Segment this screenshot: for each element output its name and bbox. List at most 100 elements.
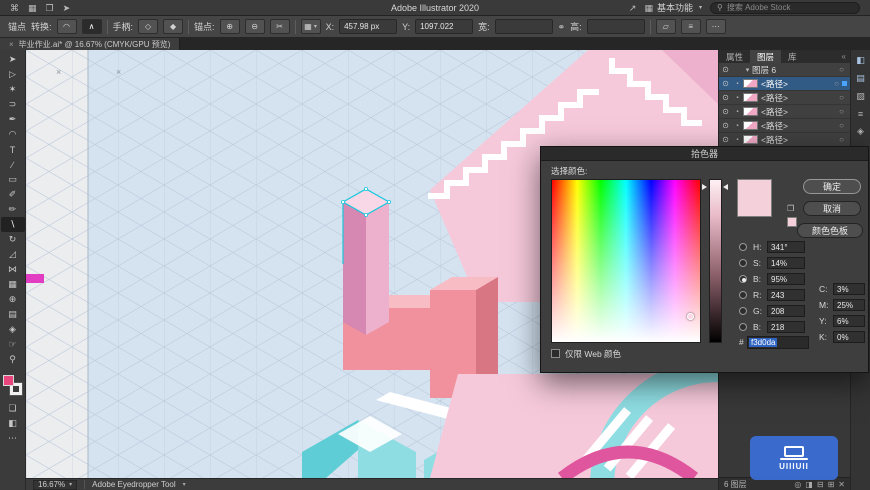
hex-input[interactable]: f3d0da [747, 336, 809, 349]
width-input[interactable] [494, 19, 553, 34]
link-dimensions-icon[interactable]: ⚭ [558, 19, 566, 35]
direct-selection-tool[interactable]: ▷ [1, 67, 25, 82]
fill-stroke-swatches[interactable] [1, 374, 25, 401]
stroke-panel-icon[interactable]: ≡ [858, 109, 863, 119]
delete-layer-icon[interactable]: ✕ [838, 480, 845, 489]
curvature-tool[interactable]: ◠ [1, 127, 25, 142]
visibility-toggle-icon[interactable]: ⊙ [719, 121, 732, 130]
slider-marker-left-icon[interactable] [702, 184, 707, 190]
target-icon[interactable]: ○ [836, 107, 847, 116]
ok-button[interactable]: 确定 [803, 179, 861, 194]
cancel-button[interactable]: 取消 [803, 201, 861, 216]
target-icon[interactable]: ○ [836, 121, 847, 130]
c-input[interactable]: 3% [833, 283, 865, 295]
radio-b[interactable] [739, 275, 747, 283]
b2-input[interactable]: 218 [767, 321, 805, 333]
type-tool[interactable]: T [1, 142, 25, 157]
out-of-gamut-icon[interactable]: ❒ [787, 204, 794, 213]
anchor-point[interactable] [363, 212, 368, 217]
share-icon[interactable]: ↗ [629, 0, 637, 16]
color-field-marker[interactable] [687, 313, 694, 320]
paintbrush-tool[interactable]: ✐ [1, 187, 25, 202]
pencil-tool[interactable]: ✏ [1, 202, 25, 217]
anchor-remove-button[interactable]: ⊖ [244, 19, 265, 34]
edit-toolbar-button[interactable]: ⋯ [1, 431, 25, 446]
h-input[interactable]: 341° [767, 241, 805, 253]
anchor-add-button[interactable]: ⊕ [219, 19, 240, 34]
target-icon[interactable]: ○ [836, 93, 847, 102]
new-layer-icon[interactable]: ⊞ [828, 480, 835, 489]
target-icon[interactable]: ○ [831, 79, 842, 88]
layer-row-path-selected[interactable]: ⊙ ▪ <路径> ○ [719, 77, 850, 91]
height-input[interactable] [586, 19, 645, 34]
radio-s[interactable] [739, 259, 747, 267]
s-input[interactable]: 14% [767, 257, 805, 269]
locate-object-icon[interactable]: ◎ [794, 480, 801, 489]
tab-libraries[interactable]: 库 [781, 50, 804, 63]
new-sublayer-icon[interactable]: ⊟ [817, 480, 824, 489]
radio-r[interactable] [739, 291, 747, 299]
anchor-point[interactable] [340, 199, 345, 204]
g-input[interactable]: 208 [767, 305, 805, 317]
gamut-color-swatch[interactable] [787, 217, 797, 227]
line-segment-tool[interactable]: ∕ [1, 157, 25, 172]
y-cmyk-input[interactable]: 6% [833, 315, 865, 327]
draw-mode-button[interactable]: ❏ [1, 401, 25, 416]
color-panel-icon[interactable]: ◧ [856, 55, 865, 66]
layer-row-path[interactable]: ⊙ ▪ <路径> ○ [719, 105, 850, 119]
app-switcher-icon[interactable]: ▦ [28, 0, 37, 16]
gradient-panel-icon[interactable]: ▨ [856, 91, 865, 102]
window-icon[interactable]: ❐ [46, 0, 54, 16]
blend-tool[interactable]: ◈ [1, 322, 25, 337]
y-input[interactable]: 1097.022 [415, 19, 474, 34]
align-options-button[interactable]: ≡ [680, 19, 701, 34]
brightness-slider[interactable] [709, 179, 722, 343]
hand-tool[interactable]: ☞ [1, 337, 25, 352]
tab-properties[interactable]: 属性 [719, 50, 750, 63]
target-icon[interactable]: ○ [836, 135, 847, 144]
lock-icon[interactable]: ▪ [732, 81, 743, 87]
b-input[interactable]: 95% [767, 273, 805, 285]
make-clipping-mask-icon[interactable]: ◨ [805, 480, 813, 489]
layer-row-path[interactable]: ⊙ ▪ <路径> ○ [719, 133, 850, 147]
handles-hide-button[interactable]: ◆ [163, 19, 184, 34]
pointer-icon[interactable]: ➤ [63, 0, 71, 16]
anchor-point[interactable] [363, 186, 368, 191]
radio-g[interactable] [739, 307, 747, 315]
screen-mode-button[interactable]: ◧ [1, 416, 25, 431]
stock-search-input[interactable]: ⚲ 搜索 Adobe Stock [710, 1, 860, 14]
more-options-button[interactable]: ⋯ [705, 19, 726, 34]
color-field[interactable] [551, 179, 701, 343]
color-swatches-button[interactable]: 颜色色板 [797, 223, 863, 238]
m-input[interactable]: 25% [833, 299, 865, 311]
snap-grid-button[interactable]: ▦ ▾ [300, 19, 321, 34]
layer-row-path[interactable]: ⊙ ▪ <路径> ○ [719, 119, 850, 133]
appearance-panel-icon[interactable]: ◈ [857, 126, 864, 137]
handles-show-button[interactable]: ◇ [138, 19, 159, 34]
web-only-checkbox[interactable] [551, 349, 560, 358]
slider-marker-right-icon[interactable] [723, 184, 728, 190]
magic-wand-tool[interactable]: ✶ [1, 82, 25, 97]
radio-h[interactable] [739, 243, 747, 251]
swatches-panel-icon[interactable]: ▤ [856, 73, 865, 84]
fill-swatch[interactable] [2, 375, 14, 386]
zoom-select[interactable]: 16.67% ▾ [33, 479, 78, 490]
visibility-toggle-icon[interactable]: ⊙ [719, 107, 732, 116]
shape-builder-tool[interactable]: ⊕ [1, 292, 25, 307]
radio-b2[interactable] [739, 323, 747, 331]
apple-menu-icon[interactable]: ⌘ [10, 0, 19, 16]
convert-corner-button[interactable]: ∧ [81, 19, 102, 34]
width-tool[interactable]: ⋈ [1, 262, 25, 277]
scale-tool[interactable]: ◿ [1, 247, 25, 262]
gradient-tool[interactable]: ▤ [1, 307, 25, 322]
lasso-tool[interactable]: ⊃ [1, 97, 25, 112]
visibility-toggle-icon[interactable]: ⊙ [719, 65, 732, 74]
layer-row-group[interactable]: ⊙ ▾ 图层 6 ○ [719, 63, 850, 77]
anchor-point[interactable] [386, 199, 391, 204]
anchor-cut-button[interactable]: ✂ [269, 19, 290, 34]
layer-row-path[interactable]: ⊙ ▪ <路径> ○ [719, 91, 850, 105]
workspace-switcher[interactable]: ▦ 基本功能 ▾ [644, 0, 702, 16]
document-tab[interactable]: × 毕业作业.ai* @ 16.67% (CMYK/GPU 预览) [0, 38, 181, 50]
chevron-down-icon[interactable]: ▾ [183, 481, 186, 488]
visibility-toggle-icon[interactable]: ⊙ [719, 79, 732, 88]
